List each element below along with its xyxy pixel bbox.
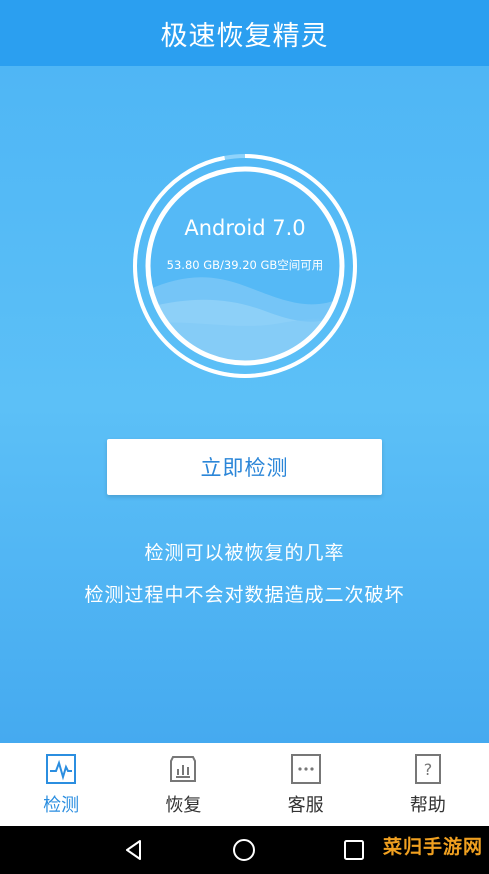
os-version: Android 7.0 [184,216,306,240]
tab-help[interactable]: ? 帮助 [367,743,489,826]
waveform-icon [46,754,77,784]
storage-info: 53.80 GB/39.20 GB空间可用 [166,258,324,272]
svg-text:?: ? [424,760,433,779]
tab-detect-label: 检测 [43,795,80,816]
bottom-tab-bar: 检测 恢复 客服 ? 帮助 [0,743,489,826]
watermark-text: 菜归手游网 [382,836,483,858]
tab-recover[interactable]: 恢复 [122,743,244,826]
question-doc-icon: ? [414,754,441,784]
description-line-1: 检测可以被恢复的几率 [144,542,345,564]
tab-support[interactable]: 客服 [245,743,367,826]
title-bar: 极速恢复精灵 [0,0,489,66]
detect-now-button[interactable]: 立即检测 [107,439,382,495]
tab-recover-label: 恢复 [165,795,202,816]
tab-detect[interactable]: 检测 [0,743,122,826]
storage-gauge: Android 7.0 53.80 GB/39.20 GB空间可用 [125,146,365,386]
app-screen: 极速恢复精灵 Android 7.0 53.80 GB/39.20 GB空间可用… [0,0,489,826]
tab-help-label: 帮助 [409,795,446,816]
back-icon[interactable] [122,838,146,862]
main-panel: Android 7.0 53.80 GB/39.20 GB空间可用 立即检测 检… [0,66,489,743]
description-line-2: 检测过程中不会对数据造成二次破坏 [84,584,405,606]
recents-icon[interactable] [342,838,366,862]
home-icon[interactable] [232,838,256,862]
detect-now-label: 立即检测 [200,456,289,480]
app-title: 极速恢复精灵 [160,20,329,52]
chat-bubble-icon [290,754,321,784]
recover-chart-icon [170,756,197,782]
tab-support-label: 客服 [287,795,324,816]
